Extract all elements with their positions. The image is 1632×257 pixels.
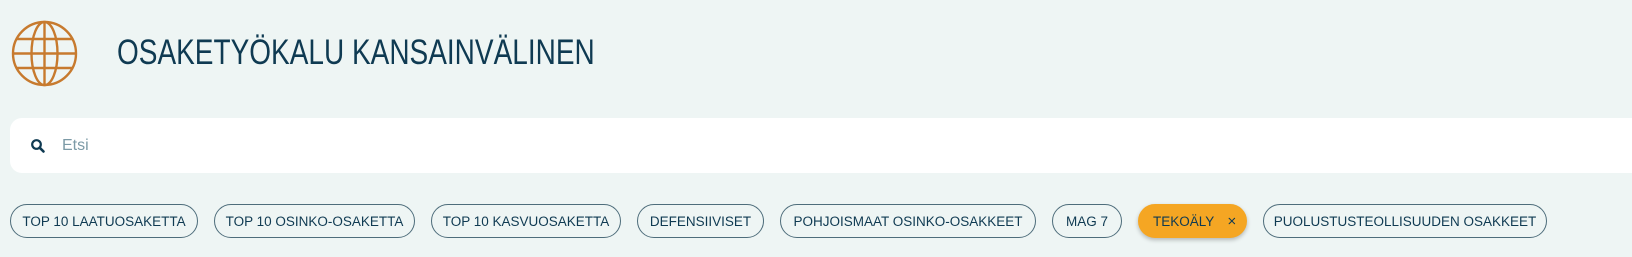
chip-top-10-osinko-osaketta[interactable]: TOP 10 OSINKO-OSAKETTA — [214, 204, 415, 238]
search-icon — [31, 138, 45, 153]
chip-top-10-kasvuosaketta[interactable]: TOP 10 KASVUOSAKETTA — [431, 204, 621, 238]
chip-mag-7[interactable]: MAG 7 — [1052, 204, 1122, 238]
chip-label: TOP 10 OSINKO-OSAKETTA — [225, 213, 404, 229]
filter-chips: TOP 10 LAATUOSAKETTA TOP 10 OSINKO-OSAKE… — [10, 204, 1563, 238]
chip-label: POHJOISMAAT OSINKO-OSAKKEET — [793, 213, 1023, 229]
search-input[interactable] — [62, 136, 1562, 155]
chip-defensiiviset[interactable]: DEFENSIIVISET — [637, 204, 764, 238]
chip-label: DEFENSIIVISET — [649, 213, 752, 229]
chip-puolustusteollisuuden-osakkeet[interactable]: PUOLUSTUSTEOLLISUUDEN OSAKKEET — [1263, 204, 1547, 238]
chip-label: TOP 10 LAATUOSAKETTA — [22, 213, 186, 229]
chip-label: MAG 7 — [1066, 213, 1109, 229]
page-title: OSAKETYÖKALU KANSAINVÄLINEN — [117, 33, 595, 72]
chip-tekoaly[interactable]: TEKOÄLY — [1138, 204, 1247, 238]
chip-label: TEKOÄLY — [1153, 213, 1215, 229]
chip-label: PUOLUSTUSTEOLLISUUDEN OSAKKEET — [1273, 213, 1537, 229]
globe-icon[interactable] — [10, 19, 79, 88]
header: OSAKETYÖKALU KANSAINVÄLINEN — [10, 18, 595, 88]
chip-top-10-laatuosaketta[interactable]: TOP 10 LAATUOSAKETTA — [10, 204, 198, 238]
chip-pohjoismaat-osinko-osakkeet[interactable]: POHJOISMAAT OSINKO-OSAKKEET — [780, 204, 1036, 238]
chip-label: TOP 10 KASVUOSAKETTA — [442, 213, 610, 229]
search-bar[interactable] — [10, 118, 1632, 173]
close-icon[interactable] — [1228, 214, 1236, 228]
